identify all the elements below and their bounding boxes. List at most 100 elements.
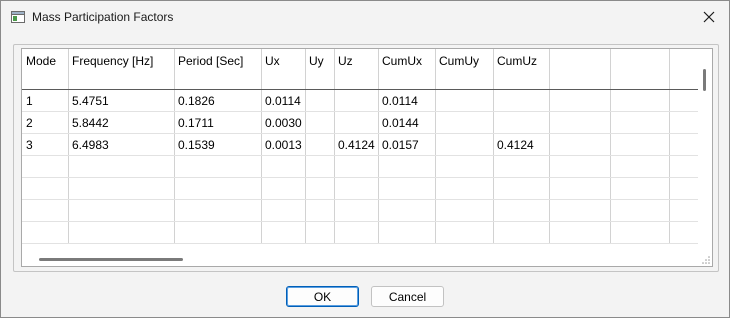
- cell-ux[interactable]: 0.0114: [261, 90, 306, 111]
- cell-uz[interactable]: [334, 222, 379, 243]
- cell-cumuy[interactable]: [435, 156, 494, 177]
- cell-cumuz[interactable]: 0.4124: [493, 134, 550, 155]
- column-header-cumuz[interactable]: CumUz: [493, 49, 550, 89]
- table-row[interactable]: 3 6.4983 0.1539 0.0013 0.4124 0.0157 0.4124: [22, 134, 698, 156]
- cell-mode[interactable]: [22, 200, 69, 221]
- table-row[interactable]: [22, 156, 698, 178]
- cell-uz[interactable]: 0.4124: [334, 134, 379, 155]
- cell-uz[interactable]: [334, 200, 379, 221]
- cell-uz[interactable]: [334, 156, 379, 177]
- cell-ux[interactable]: 0.0030: [261, 112, 306, 133]
- cancel-button[interactable]: Cancel: [371, 286, 444, 307]
- column-header-uz[interactable]: Uz: [334, 49, 379, 89]
- cell-mode[interactable]: [22, 178, 69, 199]
- cell-cumux[interactable]: 0.0144: [378, 112, 436, 133]
- cell-extra-2[interactable]: [610, 222, 670, 243]
- cell-extra-1[interactable]: [549, 178, 611, 199]
- results-grid[interactable]: Mode Frequency [Hz] Period [Sec] Ux Uy Uz CumU…: [21, 48, 713, 267]
- cell-extra-1[interactable]: [549, 134, 611, 155]
- cell-cumux[interactable]: [378, 200, 436, 221]
- cell-mode[interactable]: 2: [22, 112, 69, 133]
- cell-frequency[interactable]: [68, 156, 175, 177]
- ok-button[interactable]: OK: [286, 286, 359, 307]
- column-header-cumux[interactable]: CumUx: [378, 49, 436, 89]
- cell-uy[interactable]: [305, 222, 335, 243]
- cell-uy[interactable]: [305, 112, 335, 133]
- column-header-uy[interactable]: Uy: [305, 49, 335, 89]
- column-header-cumuy[interactable]: CumUy: [435, 49, 494, 89]
- cell-cumuy[interactable]: [435, 178, 494, 199]
- cell-uy[interactable]: [305, 134, 335, 155]
- cell-extra-2[interactable]: [610, 156, 670, 177]
- cell-extra-2[interactable]: [610, 112, 670, 133]
- cell-extra-1[interactable]: [549, 222, 611, 243]
- cell-uz[interactable]: [334, 90, 379, 111]
- cell-uz[interactable]: [334, 112, 379, 133]
- cell-ux[interactable]: 0.0013: [261, 134, 306, 155]
- vertical-scroll-thumb[interactable]: [703, 69, 706, 91]
- cell-period[interactable]: [174, 178, 262, 199]
- cell-uz[interactable]: [334, 178, 379, 199]
- cell-extra-1[interactable]: [549, 112, 611, 133]
- cell-period[interactable]: [174, 156, 262, 177]
- column-header-extra-2[interactable]: [610, 49, 670, 89]
- cell-mode[interactable]: 1: [22, 90, 69, 111]
- vertical-scrollbar[interactable]: [698, 49, 712, 250]
- column-header-period[interactable]: Period [Sec]: [174, 49, 262, 89]
- column-header-extra-1[interactable]: [549, 49, 611, 89]
- cell-mode[interactable]: [22, 156, 69, 177]
- cell-cumux[interactable]: [378, 156, 436, 177]
- cell-ux[interactable]: [261, 156, 306, 177]
- cell-cumuy[interactable]: [435, 90, 494, 111]
- cell-cumuz[interactable]: [493, 222, 550, 243]
- cell-cumuz[interactable]: [493, 178, 550, 199]
- cell-extra-1[interactable]: [549, 90, 611, 111]
- cell-extra-2[interactable]: [610, 134, 670, 155]
- cell-cumux[interactable]: [378, 178, 436, 199]
- cell-ux[interactable]: [261, 178, 306, 199]
- table-row[interactable]: 1 5.4751 0.1826 0.0114 0.0114: [22, 90, 698, 112]
- cell-extra-1[interactable]: [549, 156, 611, 177]
- table-row[interactable]: [22, 178, 698, 200]
- table-row[interactable]: 2 5.8442 0.1711 0.0030 0.0144: [22, 112, 698, 134]
- column-header-ux[interactable]: Ux: [261, 49, 306, 89]
- cell-uy[interactable]: [305, 178, 335, 199]
- cell-extra-1[interactable]: [549, 200, 611, 221]
- cell-extra-2[interactable]: [610, 178, 670, 199]
- cell-frequency[interactable]: [68, 222, 175, 243]
- cell-cumux[interactable]: [378, 222, 436, 243]
- cell-uy[interactable]: [305, 200, 335, 221]
- table-row[interactable]: [22, 200, 698, 222]
- cell-ux[interactable]: [261, 222, 306, 243]
- resize-grip-icon[interactable]: [698, 250, 712, 266]
- cell-cumuz[interactable]: [493, 90, 550, 111]
- cell-frequency[interactable]: [68, 178, 175, 199]
- cell-frequency[interactable]: 5.4751: [68, 90, 175, 111]
- cell-cumux[interactable]: 0.0157: [378, 134, 436, 155]
- cell-period[interactable]: 0.1826: [174, 90, 262, 111]
- cell-period[interactable]: [174, 222, 262, 243]
- cell-period[interactable]: 0.1711: [174, 112, 262, 133]
- cell-cumuy[interactable]: [435, 200, 494, 221]
- cell-cumuy[interactable]: [435, 112, 494, 133]
- cell-mode[interactable]: 3: [22, 134, 69, 155]
- cell-cumux[interactable]: 0.0114: [378, 90, 436, 111]
- cell-extra-2[interactable]: [610, 200, 670, 221]
- close-button[interactable]: [689, 1, 729, 33]
- title-bar[interactable]: Mass Participation Factors: [1, 1, 729, 33]
- cell-frequency[interactable]: 5.8442: [68, 112, 175, 133]
- cell-cumuz[interactable]: [493, 112, 550, 133]
- column-header-mode[interactable]: Mode: [22, 49, 69, 89]
- cell-uy[interactable]: [305, 156, 335, 177]
- cell-cumuy[interactable]: [435, 222, 494, 243]
- cell-uy[interactable]: [305, 90, 335, 111]
- cell-cumuy[interactable]: [435, 134, 494, 155]
- horizontal-scrollbar[interactable]: [22, 250, 698, 266]
- cell-cumuz[interactable]: [493, 156, 550, 177]
- cell-mode[interactable]: [22, 222, 69, 243]
- cell-period[interactable]: 0.1539: [174, 134, 262, 155]
- cell-frequency[interactable]: [68, 200, 175, 221]
- cell-ux[interactable]: [261, 200, 306, 221]
- cell-extra-2[interactable]: [610, 90, 670, 111]
- cell-frequency[interactable]: 6.4983: [68, 134, 175, 155]
